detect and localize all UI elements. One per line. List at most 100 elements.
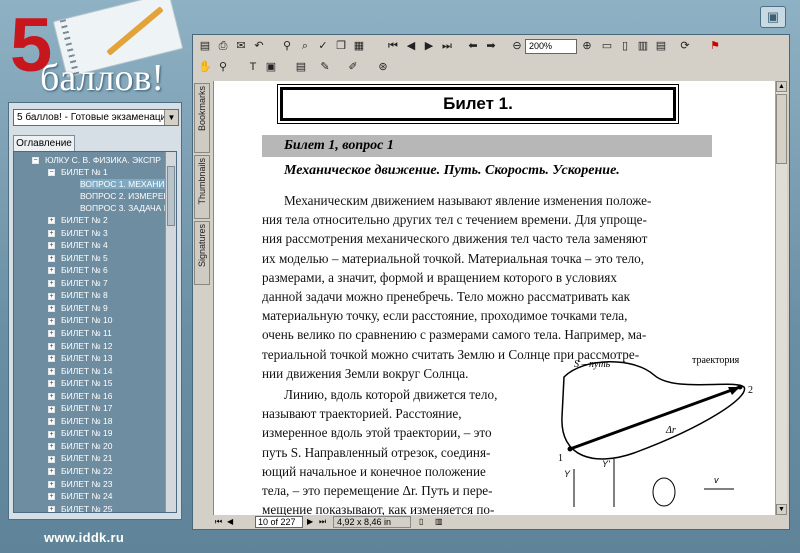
tree-ticket[interactable]: + БИЛЕТ № 9 (48, 302, 108, 314)
tree-ticket[interactable]: + БИЛЕТ № 13 (48, 352, 112, 364)
copy-icon[interactable]: ❐ (333, 38, 349, 54)
tree-ticket[interactable]: + БИЛЕТ № 25 (48, 503, 112, 512)
document-scrollbar[interactable]: ▲ ▼ (775, 81, 787, 515)
single-page-icon[interactable]: ▯ (419, 516, 423, 528)
expand-icon[interactable]: + (48, 380, 55, 388)
next-page-icon[interactable]: ▶ (307, 516, 313, 528)
expand-icon[interactable]: + (48, 267, 55, 275)
expand-icon[interactable]: + (48, 505, 55, 512)
pencil-icon[interactable]: ✎ (317, 59, 333, 75)
first-page-icon[interactable]: ⏮ (215, 516, 222, 528)
search-icon[interactable]: ⌕ (297, 38, 313, 54)
tree-ticket[interactable]: + БИЛЕТ № 4 (48, 239, 108, 251)
expand-icon[interactable]: + (48, 455, 55, 463)
tree-ticket-1[interactable]: − БИЛЕТ № 1 (48, 166, 108, 178)
expand-icon[interactable]: + (48, 217, 55, 225)
tree-question-3[interactable]: ВОПРОС 3. ЗАДАЧА Н (80, 202, 170, 214)
tree-question-1[interactable]: ВОПРОС 1. МЕХАНИЧ (80, 178, 171, 190)
last-page-icon[interactable]: ⏭ (439, 38, 455, 54)
tree-ticket[interactable]: + БИЛЕТ № 14 (48, 365, 112, 377)
tree-ticket[interactable]: + БИЛЕТ № 10 (48, 314, 112, 326)
note-icon[interactable]: ▤ (293, 59, 309, 75)
tree-ticket[interactable]: + БИЛЕТ № 24 (48, 490, 112, 502)
tree-ticket[interactable]: + БИЛЕТ № 23 (48, 478, 112, 490)
prev-page-icon[interactable]: ◀ (403, 38, 419, 54)
expand-icon[interactable]: + (48, 342, 55, 350)
page-number-input[interactable]: 10 of 227 (255, 516, 303, 528)
expand-icon[interactable]: + (48, 330, 55, 338)
tree-ticket[interactable]: + БИЛЕТ № 18 (48, 415, 112, 427)
pdf-icon[interactable]: ⚑ (707, 38, 723, 54)
expand-icon[interactable]: + (48, 392, 55, 400)
actual-size-icon[interactable]: ▭ (599, 38, 615, 54)
reflow-icon[interactable]: ▤ (653, 38, 669, 54)
undo-icon[interactable]: ↶ (251, 38, 267, 54)
chevron-down-icon[interactable]: ▼ (164, 110, 178, 125)
tree-ticket[interactable]: + БИЛЕТ № 3 (48, 227, 108, 239)
tab-bookmarks[interactable]: Bookmarks (194, 83, 210, 153)
tree-ticket[interactable]: + БИЛЕТ № 11 (48, 327, 112, 339)
tree-scrollbar[interactable] (165, 152, 176, 512)
fit-page-icon[interactable]: ▯ (617, 38, 633, 54)
expand-icon[interactable]: + (48, 430, 55, 438)
last-page-icon[interactable]: ⏭ (319, 516, 326, 528)
zoom-out-icon[interactable]: ⊖ (509, 38, 525, 54)
expand-icon[interactable]: + (48, 355, 55, 363)
expand-icon[interactable]: + (48, 480, 55, 488)
tree-ticket[interactable]: + БИЛЕТ № 19 (48, 427, 112, 439)
highlight-icon[interactable]: ✐ (345, 59, 361, 75)
tree-ticket[interactable]: + БИЛЕТ № 15 (48, 377, 112, 389)
save-icon[interactable]: ▤ (197, 38, 213, 54)
scroll-up-icon[interactable]: ▲ (776, 81, 787, 92)
zoom-input[interactable]: 200% (525, 39, 577, 54)
expand-icon[interactable]: + (48, 367, 55, 375)
stamp-icon[interactable]: ⊛ (375, 59, 391, 75)
print-icon[interactable]: ⎙ (215, 38, 231, 54)
text-select-icon[interactable]: T (245, 59, 261, 75)
tree-ticket[interactable]: + БИЛЕТ № 22 (48, 465, 112, 477)
tree-ticket[interactable]: + БИЛЕТ № 16 (48, 390, 112, 402)
expand-icon[interactable]: + (48, 317, 55, 325)
expand-icon[interactable]: + (48, 405, 55, 413)
forward-icon[interactable]: ➡ (483, 38, 499, 54)
book-select[interactable]: 5 баллов! - Готовые экзаменацион ▼ (13, 109, 179, 126)
fit-width-icon[interactable]: ▥ (635, 38, 651, 54)
tree-question-2[interactable]: ВОПРОС 2. ИЗМЕРЕН (80, 190, 170, 202)
back-icon[interactable]: ⬅ (465, 38, 481, 54)
website-link[interactable]: www.iddk.ru (44, 530, 124, 545)
collapse-icon[interactable]: − (32, 157, 39, 165)
tree-ticket[interactable]: + БИЛЕТ № 8 (48, 289, 108, 301)
hand-tool-icon[interactable]: ✋ (197, 59, 213, 75)
continuous-icon[interactable]: ▥ (435, 516, 443, 528)
app-menu-icon[interactable]: ▣ (760, 6, 786, 28)
expand-icon[interactable]: + (48, 229, 55, 237)
first-page-icon[interactable]: ⏮ (385, 38, 401, 54)
scroll-thumb[interactable] (167, 166, 175, 226)
tree-ticket[interactable]: + БИЛЕТ № 6 (48, 264, 108, 276)
expand-icon[interactable]: + (48, 443, 55, 451)
tree-ticket[interactable]: + БИЛЕТ № 21 (48, 452, 112, 464)
tree-ticket[interactable]: + БИЛЕТ № 17 (48, 402, 112, 414)
tab-contents[interactable]: Оглавление (13, 135, 75, 151)
tree-ticket[interactable]: + БИЛЕТ № 12 (48, 340, 112, 352)
snapshot-icon[interactable]: ▣ (263, 59, 279, 75)
collapse-icon[interactable]: − (48, 169, 55, 177)
expand-icon[interactable]: + (48, 292, 55, 300)
scroll-down-icon[interactable]: ▼ (776, 504, 787, 515)
zoom-in-icon[interactable]: ⊕ (579, 38, 595, 54)
expand-icon[interactable]: + (48, 493, 55, 501)
expand-icon[interactable]: + (48, 468, 55, 476)
tree-root[interactable]: − ЮЛКУ С. В. ФИЗИКА. ЭКСПР (32, 154, 161, 166)
tree-ticket[interactable]: + БИЛЕТ № 5 (48, 252, 108, 264)
next-page-icon[interactable]: ▶ (421, 38, 437, 54)
find-icon[interactable]: ⚲ (279, 38, 295, 54)
expand-icon[interactable]: + (48, 242, 55, 250)
spell-icon[interactable]: ✓ (315, 38, 331, 54)
tab-thumbnails[interactable]: Thumbnails (194, 155, 210, 219)
expand-icon[interactable]: + (48, 280, 55, 287)
rotate-icon[interactable]: ⟳ (677, 38, 693, 54)
expand-icon[interactable]: + (48, 305, 55, 313)
expand-icon[interactable]: + (48, 418, 55, 426)
tree-ticket[interactable]: + БИЛЕТ № 7 (48, 277, 108, 289)
tab-signatures[interactable]: Signatures (194, 221, 210, 285)
